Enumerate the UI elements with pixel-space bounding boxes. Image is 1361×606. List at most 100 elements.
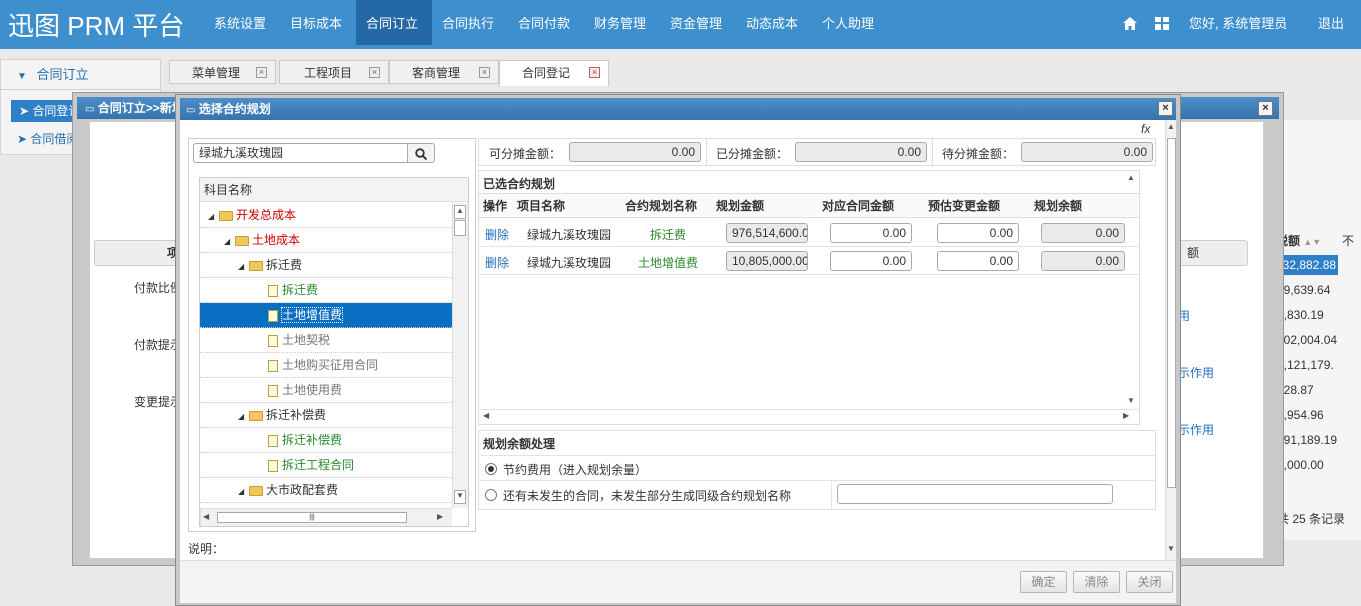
home-icon[interactable] — [1123, 17, 1137, 30]
change-amount-input[interactable]: 0.00 — [937, 223, 1019, 243]
tree-node[interactable]: 土地使用费 — [200, 378, 452, 403]
link[interactable]: 示作用 — [1178, 364, 1214, 381]
scroll-down-icon[interactable]: ▼ — [1127, 396, 1135, 405]
pending-field[interactable]: 0.00 — [1021, 142, 1153, 162]
scroll-thumb[interactable]: ||| — [217, 512, 407, 523]
dialog-header: ▭ 选择合约规划 — [180, 98, 1176, 120]
balance-field[interactable]: 0.00 — [1041, 223, 1125, 243]
expand-triangle-icon[interactable]: ◢ — [224, 230, 232, 254]
tab-label: 合同登记 — [522, 66, 571, 80]
expand-triangle-icon[interactable]: ◢ — [238, 480, 246, 504]
tree-node[interactable]: 拆迁费 — [200, 278, 452, 303]
logout-link[interactable]: 退出 — [1318, 0, 1344, 47]
tree-node[interactable]: 拆迁补偿费 — [200, 428, 452, 453]
tree-node[interactable]: ◢ 大市政配套费 — [200, 478, 452, 503]
divider — [932, 139, 933, 165]
grid-cell: 8,830.19 — [1277, 308, 1324, 322]
tree-node-label: 土地成本 — [252, 233, 301, 247]
grid-cell: 991,189.19 — [1277, 433, 1338, 447]
allocable-field[interactable]: 0.00 — [569, 142, 701, 162]
scroll-thumb[interactable] — [454, 220, 466, 236]
scroll-down-icon[interactable]: ▼ — [1167, 544, 1175, 553]
tab-merchant[interactable]: 客商管理 × — [389, 60, 499, 84]
col-contract-amount: 对应合同金额 — [822, 199, 895, 213]
tree-node-label: 土地使用费 — [282, 383, 343, 397]
nav-item-contract-exec[interactable]: 合同执行 — [432, 0, 504, 45]
close-icon[interactable]: × — [256, 67, 267, 78]
pending-label: 待分摊金额： — [942, 147, 1015, 161]
expand-triangle-icon[interactable]: ◢ — [208, 205, 216, 229]
tree-hscroll[interactable]: ◀ ||| ▶ — [200, 508, 452, 526]
scroll-thumb[interactable] — [1167, 138, 1176, 488]
tree-node[interactable]: 土地增值费 — [200, 303, 452, 328]
sidebar-item-contract-borrow[interactable]: ➤ 合同借阅 — [17, 128, 78, 150]
close-button[interactable]: 关闭 — [1126, 571, 1173, 593]
delete-link[interactable]: 删除 — [485, 226, 509, 243]
close-icon[interactable]: × — [1158, 101, 1173, 116]
tree-node[interactable]: ◢ 开发总成本 — [200, 203, 452, 228]
grid-vscroll[interactable]: ▲ ▼ — [1125, 171, 1139, 408]
nav-item-contract-pay[interactable]: 合同付款 — [508, 0, 580, 45]
nav-item-target-cost[interactable]: 目标成本 — [280, 0, 352, 45]
scroll-up-icon[interactable]: ▲ — [1167, 122, 1175, 131]
tab-project[interactable]: 工程项目 × — [279, 60, 389, 84]
plan-name-input[interactable] — [837, 484, 1113, 504]
dialog-vscroll[interactable]: ▲ ▼ — [1165, 120, 1176, 560]
document-icon — [268, 384, 278, 397]
nav-item-assistant[interactable]: 个人助理 — [812, 0, 884, 45]
tree-node[interactable]: ◢ 拆迁费 — [200, 253, 452, 278]
ok-button[interactable]: 确定 — [1020, 571, 1067, 593]
scroll-right-icon[interactable]: ▶ — [437, 512, 443, 521]
radio-row: 还有未发生的合同，未发生部分生成同级合约规划名称 — [479, 481, 1155, 509]
nav-item-funds[interactable]: 资金管理 — [660, 0, 732, 45]
user-greeting[interactable]: 您好, 系统管理员 — [1189, 0, 1287, 47]
scroll-up-icon[interactable]: ▲ — [454, 205, 466, 219]
radio-save-cost-label[interactable]: 节约费用（进入规划余量） — [503, 461, 647, 478]
tree-vscroll[interactable]: ▲ ▼ — [452, 203, 468, 508]
change-amount-input[interactable]: 0.00 — [937, 251, 1019, 271]
tree-node[interactable]: 拆迁工程合同 — [200, 453, 452, 478]
grid-cell-selected[interactable]: 232,882.88 — [1276, 255, 1338, 275]
radio-save-cost[interactable] — [485, 463, 497, 475]
search-input[interactable]: 绿城九溪玫瑰园 — [193, 143, 408, 163]
expand-triangle-icon[interactable]: ◢ — [238, 255, 246, 279]
contract-amount-input[interactable]: 0.00 — [830, 223, 912, 243]
sidebar-header[interactable]: ▼ 合同订立 — [1, 60, 160, 90]
delete-link[interactable]: 删除 — [485, 254, 509, 271]
grid-icon[interactable] — [1155, 17, 1169, 30]
plan-amount-field[interactable]: 976,514,600.0 — [726, 223, 808, 243]
link[interactable]: 示作用 — [1178, 421, 1214, 438]
radio-generate-plan[interactable] — [485, 489, 497, 501]
scroll-right-icon[interactable]: ▶ — [1123, 411, 1129, 420]
tree-node[interactable]: ◢ 土地成本 — [200, 228, 452, 253]
expand-triangle-icon[interactable]: ◢ — [238, 405, 246, 429]
tree-node[interactable]: 土地购买征用合同 — [200, 353, 452, 378]
formula-icon[interactable]: fx — [1141, 122, 1150, 136]
scroll-left-icon[interactable]: ◀ — [203, 512, 209, 521]
tree-node[interactable]: 土地契税 — [200, 328, 452, 353]
tab-menu-manage[interactable]: 菜单管理 × — [169, 60, 276, 84]
search-button[interactable] — [407, 143, 435, 163]
nav-item-dynamic-cost[interactable]: 动态成本 — [736, 0, 808, 45]
dialog-title: 选择合约规划 — [198, 102, 271, 116]
nav-item-contract-sign[interactable]: 合同订立 — [356, 0, 432, 45]
close-icon[interactable]: × — [479, 67, 490, 78]
outer-dialog-title: 合同订立>>新增 — [97, 101, 184, 115]
close-icon[interactable]: × — [589, 67, 600, 78]
nav-item-system[interactable]: 系统设置 — [204, 0, 276, 45]
plan-amount-field[interactable]: 10,805,000.00 — [726, 251, 808, 271]
scroll-down-icon[interactable]: ▼ — [454, 490, 466, 504]
tree-node[interactable]: ◢ 拆迁补偿费 — [200, 403, 452, 428]
nav-item-finance[interactable]: 财务管理 — [584, 0, 656, 45]
radio-generate-plan-label[interactable]: 还有未发生的合同，未发生部分生成同级合约规划名称 — [503, 487, 791, 504]
allocated-field[interactable]: 0.00 — [795, 142, 927, 162]
clear-button[interactable]: 清除 — [1073, 571, 1120, 593]
contract-amount-input[interactable]: 0.00 — [830, 251, 912, 271]
grid-hscroll[interactable]: ◀ ▶ — [479, 409, 1139, 424]
balance-field[interactable]: 0.00 — [1041, 251, 1125, 271]
close-icon[interactable]: × — [369, 67, 380, 78]
tab-contract-register[interactable]: 合同登记 × — [499, 60, 609, 86]
scroll-left-icon[interactable]: ◀ — [483, 411, 489, 420]
scroll-up-icon[interactable]: ▲ — [1127, 173, 1135, 182]
remark-label: 说明： — [188, 542, 225, 556]
